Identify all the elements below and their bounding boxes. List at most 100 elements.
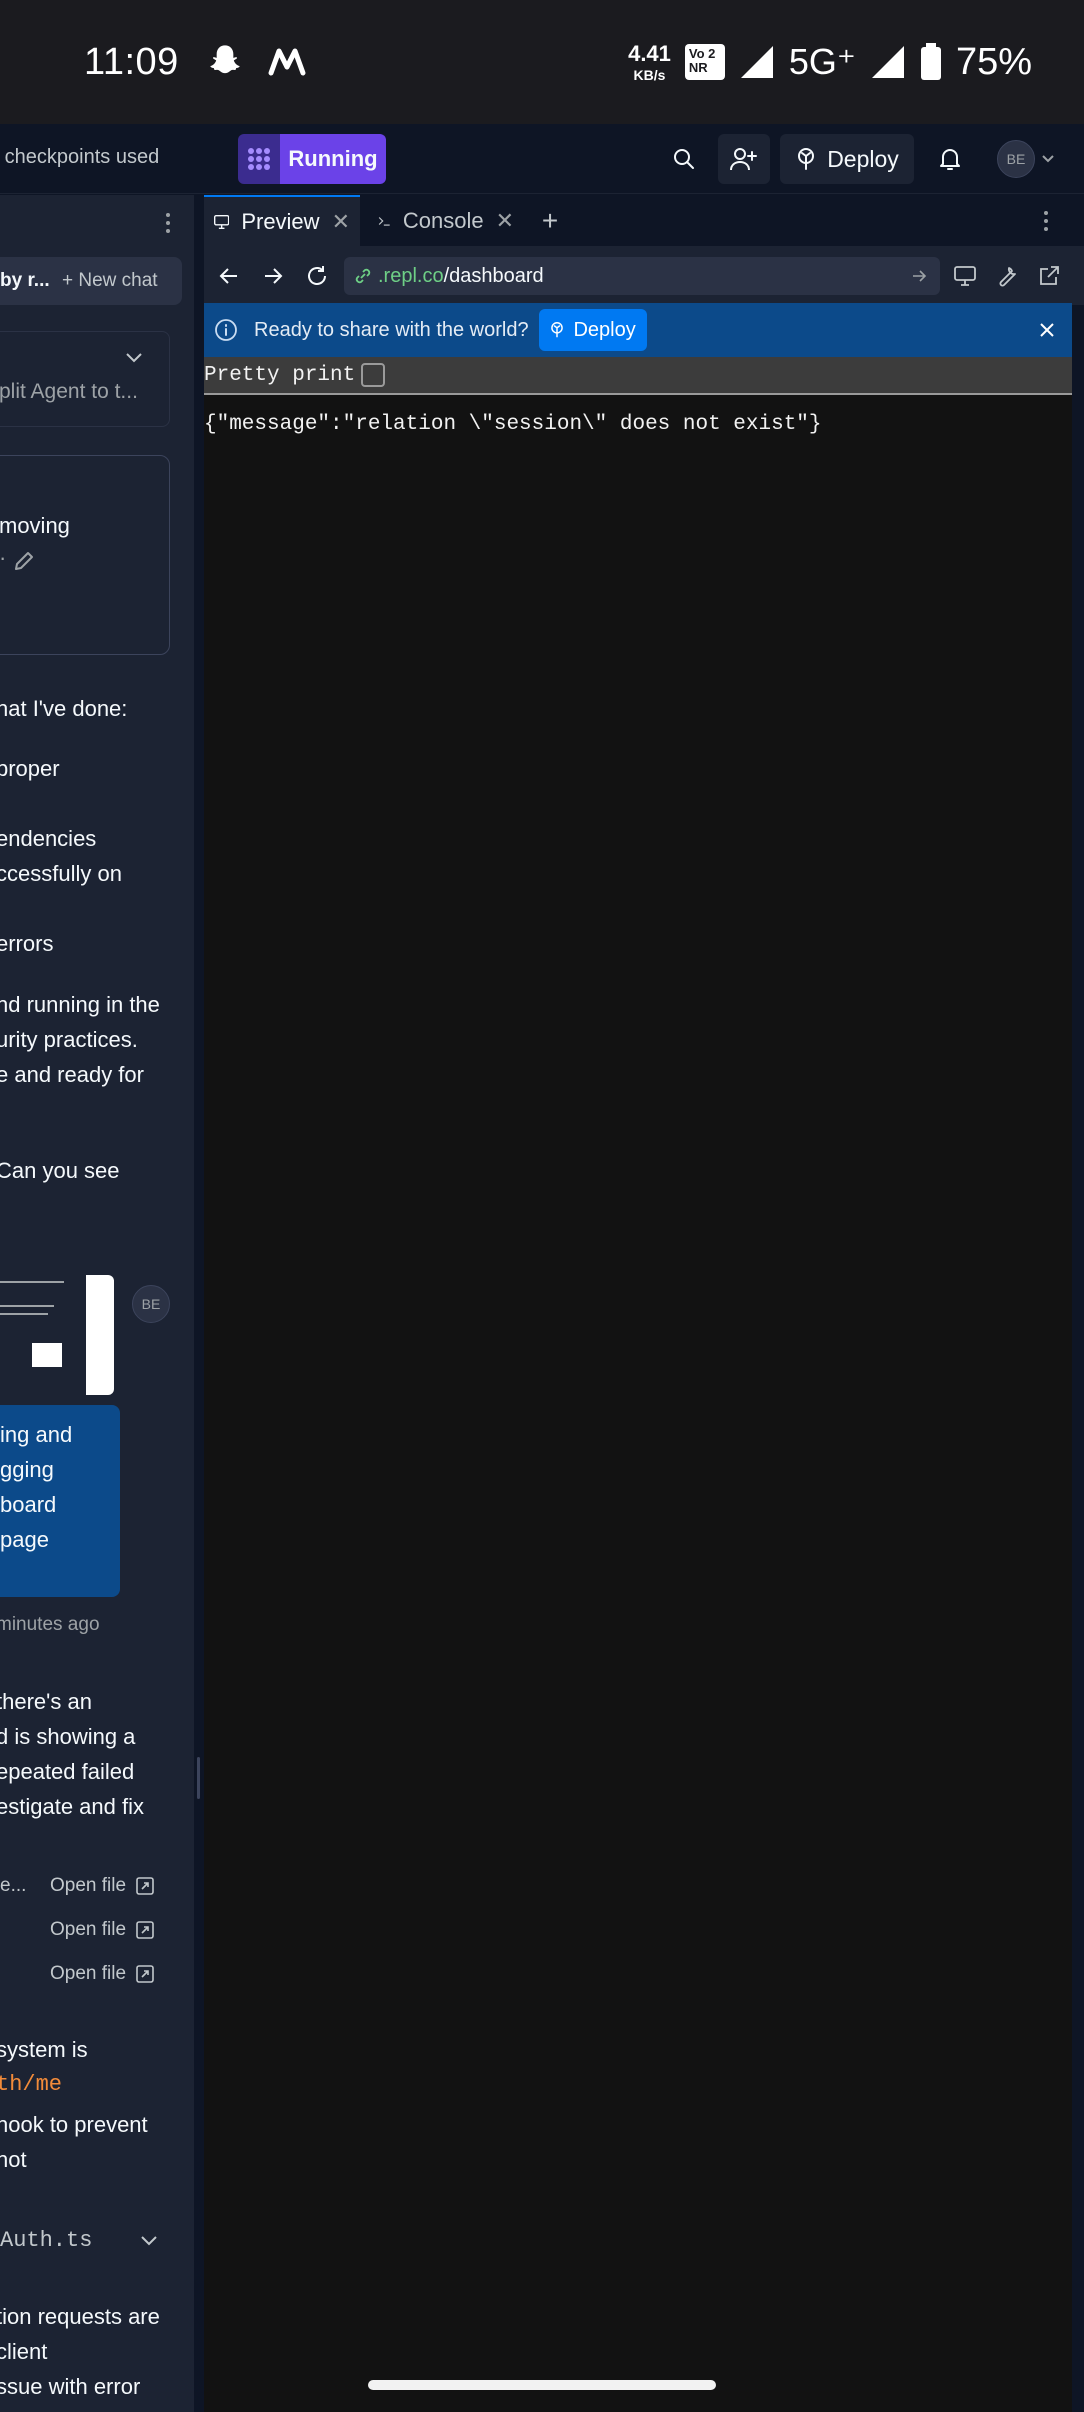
run-label: Running [280,134,386,184]
agent-text: system is [0,2037,88,2062]
volte-line2: NR [688,60,708,75]
message-timestamp: minutes ago [0,1614,100,1635]
pretty-print-label: Pretty print [204,363,356,387]
screen: 11:09 4.41 KB/s Vo 2 NR 5G⁺ 75% 5 checkp… [0,0,1084,2412]
file-diff-header[interactable]: Auth.ts [0,2223,92,2258]
agent-text: ssue with error [0,2374,141,2399]
status-bar: 11:09 4.41 KB/s Vo 2 NR 5G⁺ 75% [0,0,1084,124]
external-link-icon [136,1921,154,1939]
invite-button[interactable] [718,134,770,184]
agent-text: urity practices. [0,1027,138,1052]
deploy-banner: Ready to share with the world? Deploy [204,303,1072,357]
replit-run-icon [238,134,280,184]
device-preview-button[interactable] [950,261,980,291]
pane-menu-icon[interactable] [1044,211,1050,231]
agent-text: hook to prevent [0,2112,148,2137]
agent-chat-panel: by r... + New chat plit Agent to t... mo… [0,195,194,2412]
back-button[interactable] [214,261,244,291]
agent-text: etries. [0,2404,56,2412]
close-icon[interactable]: ✕ [332,209,350,235]
banner-deploy-label: Deploy [573,318,636,341]
chat-title: by r... [0,270,50,291]
chat-panel-menu-icon[interactable] [166,213,172,233]
deploy-icon [551,322,564,338]
bell-icon [940,149,960,170]
go-arrow-icon[interactable] [912,269,928,283]
pretty-print-checkbox[interactable] [361,363,386,387]
deploy-button[interactable]: Deploy [780,134,914,184]
agent-text: tion requests are [0,2304,160,2329]
open-file-label: Open file [50,1919,127,1940]
agent-text: hat I've done: [0,696,128,721]
reload-button[interactable] [302,261,332,291]
open-file-button[interactable]: Open file [50,1875,154,1897]
signal-icon [740,46,773,78]
terminal-icon [378,217,390,226]
signal-icon-2 [871,46,904,78]
checkpoint-card: moving · [0,455,170,655]
deploy-icon [798,148,815,170]
net-speed-unit: KB/s [633,66,666,83]
screenshot-thumbnail[interactable] [0,1275,114,1395]
forward-button[interactable] [258,261,288,291]
agent-card[interactable]: plit Agent to t... [0,331,170,427]
file-name: e... [0,1875,27,1896]
account-menu[interactable]: BE [994,134,1058,184]
close-icon[interactable]: ✕ [496,208,514,234]
user-message-line: ing and [0,1422,73,1447]
banner-deploy-button[interactable]: Deploy [538,309,647,351]
link-icon [355,268,371,284]
agent-text: Can you see [0,1158,120,1183]
user-message-line: board [0,1492,57,1517]
tab-preview-label: Preview [241,209,320,234]
wrench-icon [999,267,1016,287]
notifications-button[interactable] [926,134,974,184]
panel-resize-handle[interactable] [194,195,204,2412]
devtools-button[interactable] [992,261,1022,291]
agent-text: nd running in the [0,992,160,1017]
chat-selector[interactable]: by r... + New chat [0,257,182,305]
edit-icon[interactable] [13,550,35,572]
open-file-button[interactable]: Open file [50,1919,154,1941]
tab-console[interactable]: Console ✕ [368,195,524,247]
deploy-label: Deploy [827,145,899,172]
pane-tabs: Preview ✕ Console ✕ + [204,195,1084,247]
agent-text: estigate and fix [0,1794,144,1819]
chevron-down-icon [126,353,142,363]
new-chat-button[interactable]: + New chat [62,270,158,292]
agent-text: endencies [0,826,97,851]
reload-icon [308,266,326,285]
external-link-icon [1040,266,1059,285]
open-file-button[interactable]: Open file [50,1963,154,1985]
user-avatar: BE [132,1285,170,1323]
url-host: .repl.co [378,264,444,287]
agent-text: proper [0,756,60,781]
json-response: {"message":"relation \"session\" does no… [204,413,822,436]
tab-preview[interactable]: Preview ✕ [204,195,360,247]
add-tab-button[interactable]: + [530,195,570,247]
net-speed-value: 4.41 [628,40,671,66]
checkpoint-line-2: · [0,540,6,575]
desktop-icon [954,266,976,286]
url-path: /dashboard [443,264,544,287]
run-button[interactable]: Running [238,134,386,184]
checkpoints-count: 5 checkpoints used [0,146,160,168]
volte-line1: Vo 2 [688,46,716,61]
home-indicator[interactable] [368,2380,716,2390]
preview-viewport: Pretty print {"message":"relation \"sess… [204,357,1072,2412]
agent-text: d is showing a [0,1724,136,1749]
search-button[interactable] [660,134,708,184]
open-in-new-tab-button[interactable] [1034,261,1064,291]
banner-close-button[interactable] [1034,317,1060,343]
close-icon [1040,323,1054,337]
browser-toolbar: .repl.co/dashboard [204,247,1084,305]
chevron-down-icon[interactable] [140,2235,158,2247]
arrow-left-icon [219,268,237,284]
user-message-line: page [0,1527,49,1552]
avatar: BE [997,140,1035,178]
status-right: 4.41 KB/s Vo 2 NR 5G⁺ 75% [628,41,1032,84]
agent-text: not [0,2147,27,2172]
external-link-icon [136,1877,154,1895]
info-icon [215,319,237,341]
url-input[interactable]: .repl.co/dashboard [344,257,940,295]
